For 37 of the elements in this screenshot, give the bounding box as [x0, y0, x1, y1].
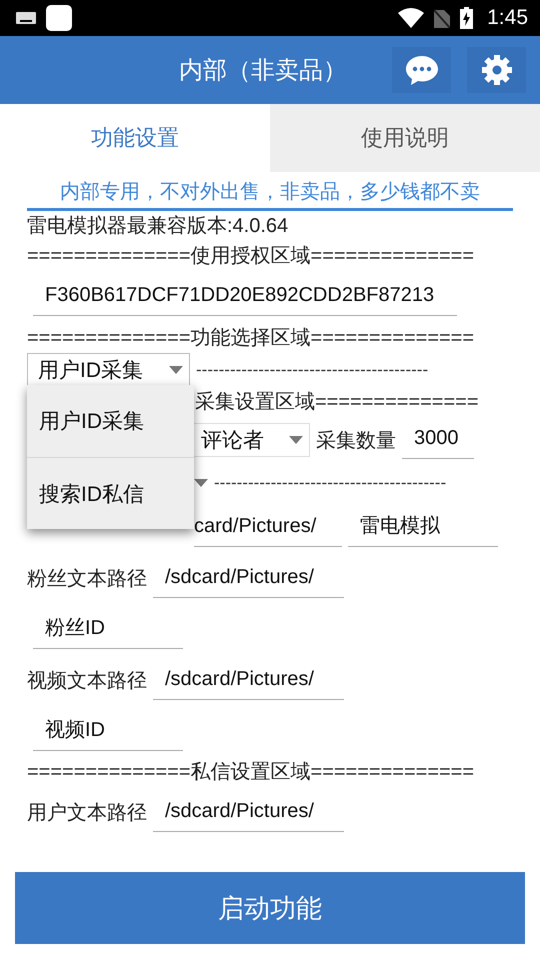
section-heading: 采集设置区域============== — [195, 391, 479, 413]
file-name-field[interactable]: 视频ID — [33, 712, 183, 750]
clock-time: 1:45 — [487, 6, 528, 30]
path-field[interactable]: /sdcard/Pictures/ — [153, 662, 344, 700]
section-heading: ==============私信设置区域============== — [27, 761, 474, 783]
no-sim-icon — [434, 8, 450, 28]
collect-count-label: 采集数量 — [316, 428, 396, 454]
path-label: 粉丝文本路径 — [27, 567, 147, 592]
path-field[interactable]: /sdcard/Pictures/ — [153, 794, 344, 832]
dashed-separator: ----------------------------------------- — [196, 360, 428, 380]
caret-icon — [194, 479, 208, 487]
dashed-separator: ----------------------------------------- — [214, 473, 446, 493]
tab[interactable]: 使用说明 — [270, 104, 540, 172]
caret-icon — [169, 366, 183, 374]
name-field[interactable]: 雷电模拟 — [348, 509, 498, 547]
settings-button[interactable] — [467, 47, 526, 93]
section-heading: ==============使用授权区域============== — [27, 245, 474, 267]
app-title: 内部（非卖品） — [178, 56, 348, 86]
app-notification-icon — [46, 5, 72, 31]
chat-button[interactable] — [392, 47, 451, 93]
path-label: 用户文本路径 — [27, 801, 147, 826]
path-field[interactable]: /sdcard/Pictures/ — [153, 560, 344, 598]
keyboard-icon — [16, 12, 36, 24]
section-heading: ==============功能选择区域============== — [27, 327, 474, 349]
file-name-field[interactable]: 粉丝ID — [33, 610, 183, 648]
battery-charging-icon — [460, 7, 474, 29]
version-text: 雷电模拟器最兼容版本:4.0.64 — [27, 215, 288, 237]
chat-icon — [404, 54, 438, 86]
caret-icon — [289, 436, 303, 444]
settings-icon — [480, 54, 512, 86]
path-label: 视频文本路径 — [27, 669, 147, 694]
menu-option[interactable]: 搜索ID私信 — [27, 457, 194, 529]
notice-text: 内部专用，不对外出售，非卖品，多少钱都不卖 — [27, 178, 513, 211]
collect-count-field[interactable]: 3000 — [402, 421, 474, 459]
license-key-field[interactable]: F360B617DCF71DD20E892CDD2BF87213 — [33, 278, 457, 316]
start-button[interactable]: 启动功能 — [15, 872, 525, 944]
wifi-icon — [398, 8, 424, 28]
